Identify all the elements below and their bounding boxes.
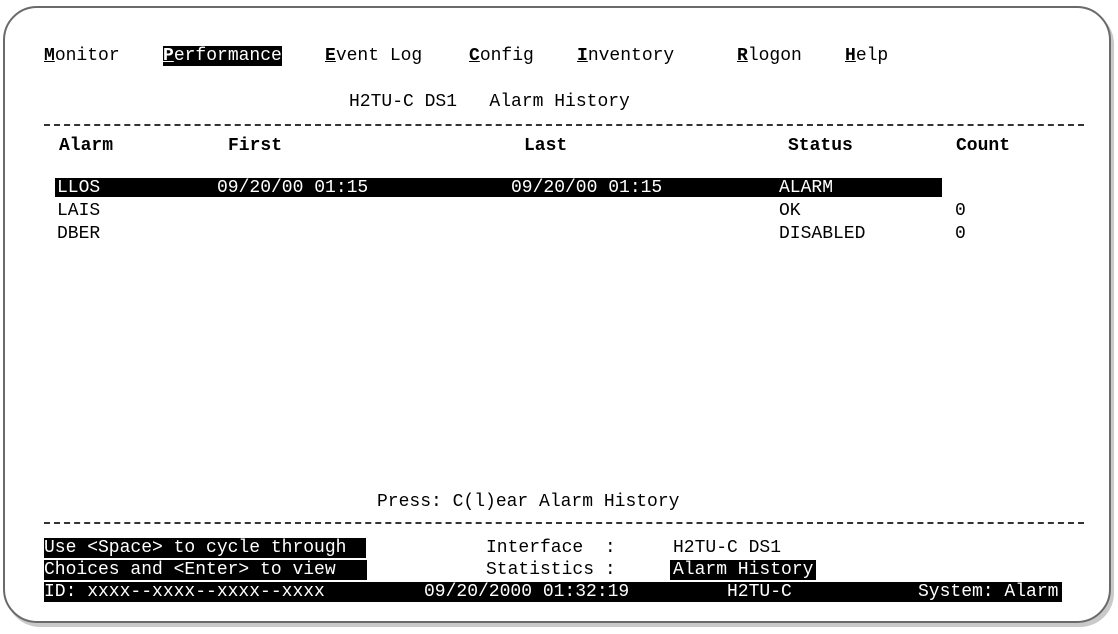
menu-inventory[interactable]: Inventory [577,46,674,66]
cell-count: 0 [955,201,966,221]
menu-inventory-hotkey: I [577,46,588,66]
device-id: ID: xxxx--xxxx--xxxx--xxxx [44,582,325,602]
column-header-first: First [228,136,283,156]
menu-rlogon-hotkey: R [737,46,748,66]
menu-help[interactable]: Help [845,46,888,66]
menu-monitor-hotkey: M [44,46,55,66]
menu-event-log-hotkey: E [325,46,336,66]
cell-first: 09/20/00 01:15 [217,178,369,198]
footer-divider [44,522,1084,524]
menu-rlogon[interactable]: Rlogon [737,46,802,66]
clear-history-prompt[interactable]: Press: C(l)ear Alarm History [377,492,679,512]
column-header-status: Status [788,136,853,156]
interface-label: Interface : [486,538,616,558]
menu-help-label: elp [855,46,889,66]
menu-event-log-label: vent Log [335,46,423,66]
menu-monitor-label: onitor [54,46,120,66]
cell-alarm: LAIS [57,201,101,221]
menu-rlogon-label: logon [747,46,802,66]
interface-value: H2TU-C DS1 [673,538,782,558]
unit-name: H2TU-C [727,582,792,602]
cell-last: 09/20/00 01:15 [511,178,663,198]
cell-count: 0 [955,224,966,244]
menu-performance-hotkey: P [163,46,174,66]
menu-inventory-label: nventory [587,46,675,66]
timestamp: 09/20/2000 01:32:19 [424,582,630,602]
menu-help-hotkey: H [845,46,856,66]
cell-status: DISABLED [779,224,866,244]
cell-status: OK [779,201,801,221]
help-text-line1: Use <Space> to cycle through [44,538,367,558]
menu-performance-label: erformance [173,46,282,66]
column-header-last: Last [524,136,568,156]
system-status: System: Alarm [918,582,1059,602]
help-text-line2: Choices and <Enter> to view [44,560,367,580]
menu-performance[interactable]: Performance [163,46,282,66]
menu-event-log[interactable]: Event Log [325,46,422,66]
menu-monitor[interactable]: Monitor [44,46,120,66]
column-header-count: Count [956,136,1011,156]
cell-alarm: DBER [57,224,101,244]
menu-config[interactable]: Config [469,46,534,66]
cell-alarm: LLOS [57,178,101,198]
screen-title: H2TU-C DS1 Alarm History [349,92,630,112]
statistics-label: Statistics : [486,560,616,580]
cell-status: ALARM [779,178,834,198]
header-divider [44,124,1084,126]
statistics-value: Alarm History [670,560,817,580]
cell-count: 1 [955,178,966,198]
menu-config-label: onfig [479,46,534,66]
column-header-alarm: Alarm [59,136,114,156]
menu-config-hotkey: C [469,46,480,66]
